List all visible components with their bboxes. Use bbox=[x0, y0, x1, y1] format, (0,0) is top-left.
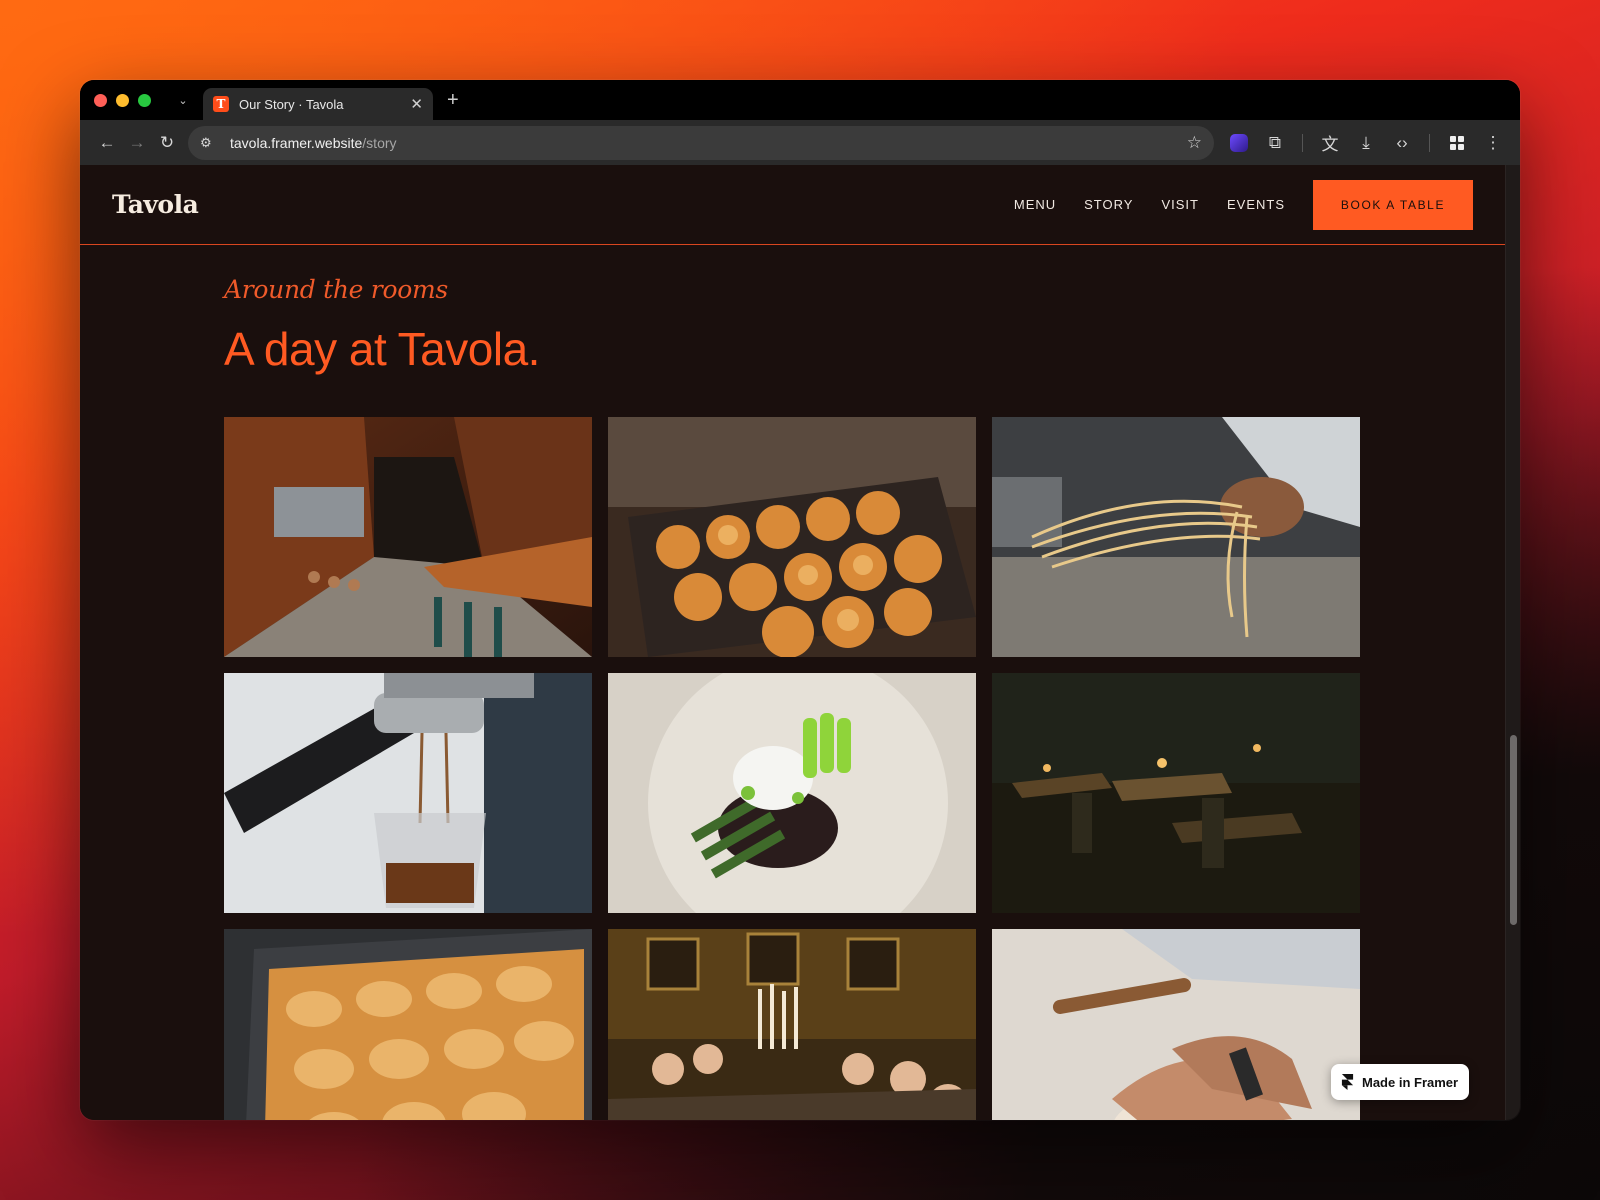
nav-visit[interactable]: VISIT bbox=[1161, 197, 1199, 212]
minimize-window-icon[interactable] bbox=[116, 93, 129, 107]
more-icon[interactable]: ⋮ bbox=[1478, 128, 1508, 158]
toolbar-separator bbox=[1429, 133, 1430, 152]
site-info-icon[interactable]: ⚙ bbox=[200, 135, 220, 151]
toolbar-separator bbox=[1302, 133, 1303, 152]
browser-window: ⌄ T Our Story · Tavola ✕ + ← → ↻ ⚙ tavol… bbox=[80, 80, 1520, 1120]
close-tab-icon[interactable]: ✕ bbox=[410, 95, 423, 113]
reload-icon[interactable]: ↻ bbox=[152, 128, 182, 158]
url-path: /story bbox=[362, 134, 397, 151]
back-icon[interactable]: ← bbox=[92, 128, 122, 158]
new-tab-icon[interactable]: + bbox=[447, 89, 459, 112]
framer-icon bbox=[1341, 1074, 1354, 1090]
section-headline: A day at Tavola. bbox=[224, 323, 540, 375]
site-header: Tavola MENU STORY VISIT EVENTS BOOK A TA… bbox=[80, 165, 1505, 245]
window-controls bbox=[94, 93, 151, 107]
tab-title: Our Story · Tavola bbox=[239, 96, 344, 112]
address-bar[interactable]: ⚙ tavola.framer.website/story ☆ bbox=[188, 125, 1214, 160]
nav-events[interactable]: EVENTS bbox=[1227, 197, 1285, 212]
gallery-photo-burrata bbox=[608, 673, 976, 913]
browser-toolbar: ← → ↻ ⚙ tavola.framer.website/story ☆ ⧉ … bbox=[80, 120, 1520, 165]
favicon-icon: T bbox=[213, 96, 229, 112]
page-scrollbar[interactable] bbox=[1505, 165, 1520, 1120]
nav-story[interactable]: STORY bbox=[1084, 197, 1133, 212]
photo-gallery bbox=[224, 417, 1361, 1120]
gallery-photo-focaccia bbox=[224, 929, 592, 1120]
gallery-photo-dining-room bbox=[992, 673, 1360, 913]
gallery-photo-pastries bbox=[608, 417, 976, 657]
proton-extension-icon[interactable] bbox=[1224, 128, 1254, 158]
translate-icon[interactable]: 文 bbox=[1315, 128, 1345, 158]
book-table-button[interactable]: BOOK A TABLE bbox=[1313, 179, 1473, 230]
extension-icon[interactable]: ⧉ bbox=[1260, 128, 1290, 158]
gallery-photo-restaurant-interior bbox=[224, 417, 592, 657]
section-eyebrow: Around the rooms bbox=[224, 275, 448, 304]
tab-search-icon[interactable]: ⌄ bbox=[175, 94, 191, 107]
scrollbar-thumb[interactable] bbox=[1510, 735, 1517, 925]
star-icon[interactable]: ☆ bbox=[1187, 133, 1202, 153]
section-intro: Around the rooms A day at Tavola. bbox=[224, 275, 540, 376]
url-host: tavola.framer.website bbox=[230, 134, 363, 151]
code-icon[interactable]: ‹› bbox=[1387, 128, 1417, 158]
gallery-photo-espresso bbox=[224, 673, 592, 913]
download-icon[interactable]: ⤓ bbox=[1351, 128, 1381, 158]
made-in-framer-badge[interactable]: Made in Framer bbox=[1331, 1064, 1469, 1100]
browser-tab[interactable]: T Our Story · Tavola ✕ bbox=[203, 88, 433, 120]
badge-label: Made in Framer bbox=[1362, 1074, 1459, 1090]
gallery-photo-group-dinner bbox=[608, 929, 976, 1120]
web-page: Tavola MENU STORY VISIT EVENTS BOOK A TA… bbox=[80, 165, 1505, 1120]
nav-menu[interactable]: MENU bbox=[1014, 197, 1056, 212]
site-logo[interactable]: Tavola bbox=[112, 190, 199, 219]
maximize-window-icon[interactable] bbox=[138, 93, 151, 107]
apps-icon[interactable] bbox=[1442, 128, 1472, 158]
tab-strip: ⌄ T Our Story · Tavola ✕ + bbox=[80, 80, 1520, 120]
site-nav-links: MENU STORY VISIT EVENTS bbox=[1014, 197, 1285, 212]
gallery-photo-fresh-pasta bbox=[992, 417, 1360, 657]
close-window-icon[interactable] bbox=[94, 93, 107, 107]
gallery-photo-kneading-dough bbox=[992, 929, 1360, 1120]
forward-icon[interactable]: → bbox=[122, 128, 152, 158]
extensions-area: ⧉ 文 ⤓ ‹› ⋮ bbox=[1224, 128, 1508, 158]
